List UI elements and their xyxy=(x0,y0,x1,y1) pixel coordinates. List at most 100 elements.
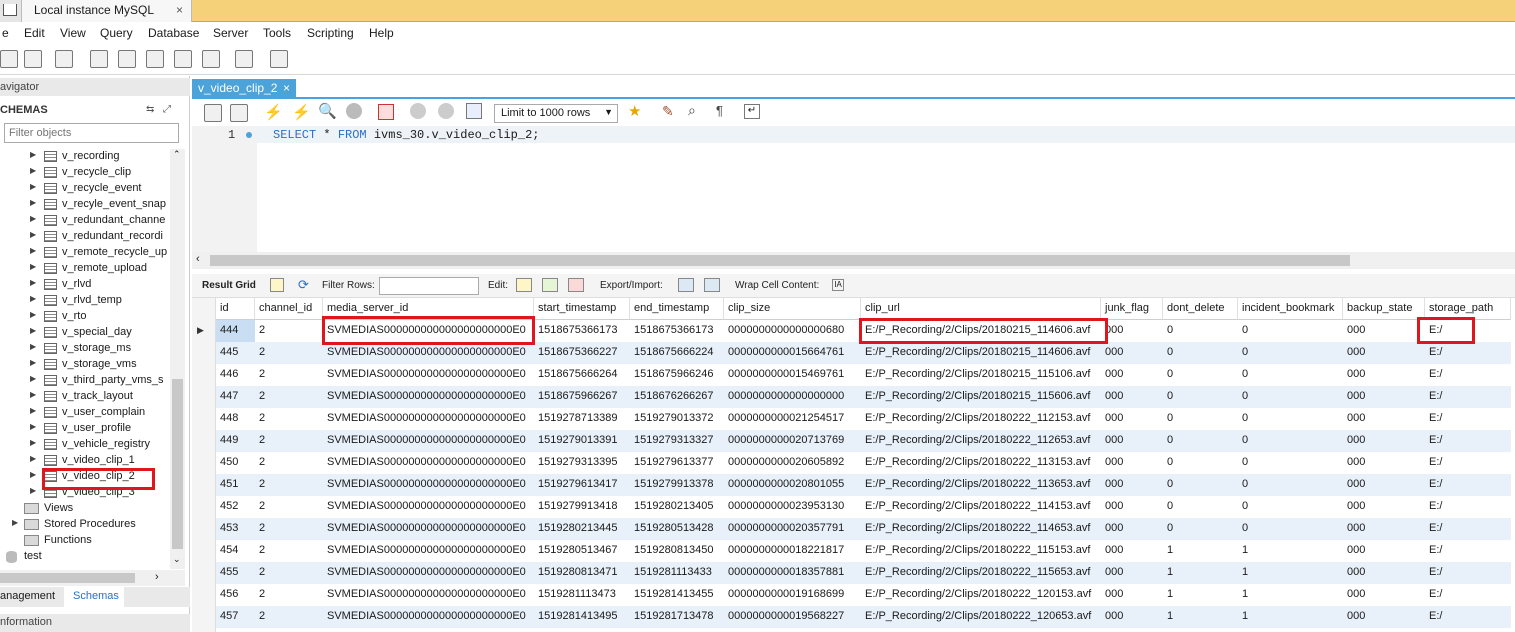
table-cell[interactable]: 1519279913418 xyxy=(534,496,630,518)
expand-arrow-icon[interactable]: ▶ xyxy=(30,358,36,367)
table-cell[interactable]: E:/ xyxy=(1425,342,1511,364)
tree-item-table[interactable]: ▶ v_special_day xyxy=(0,325,168,341)
home-tab[interactable] xyxy=(0,0,22,22)
table-cell[interactable]: 457 xyxy=(216,606,255,628)
expand-arrow-icon[interactable]: ▶ xyxy=(12,518,18,527)
table-cell[interactable]: SVMEDIAS000000000000000000000E0 xyxy=(323,342,534,364)
table-cell[interactable]: 2 xyxy=(255,452,323,474)
beautify-icon[interactable]: ✎ xyxy=(662,103,674,120)
table-cell[interactable]: 000 xyxy=(1343,408,1425,430)
table-cell[interactable]: 1 xyxy=(1238,562,1343,584)
tree-item-table[interactable]: ▶ v_rlvd_temp xyxy=(0,293,168,309)
tree-item-table[interactable]: ▶ v_recyle_event_snap xyxy=(0,197,168,213)
table-cell[interactable]: 1 xyxy=(1238,540,1343,562)
execute-current-icon[interactable]: ⚡ xyxy=(292,103,311,121)
scrollbar-thumb[interactable] xyxy=(0,573,135,583)
tree-item-table[interactable]: ▶ v_recycle_clip xyxy=(0,165,168,181)
table-cell[interactable]: E:/ xyxy=(1425,540,1511,562)
tree-item-table[interactable]: ▶ v_rto xyxy=(0,309,168,325)
table-cell[interactable]: E:/P_Recording/2/Clips/20180215_114606.a… xyxy=(861,342,1101,364)
expand-icon[interactable]: ⤢ xyxy=(163,104,171,115)
table-cell[interactable]: 1519281413495 xyxy=(534,606,630,628)
table-cell[interactable]: 1519280813450 xyxy=(630,540,724,562)
tree-item-table[interactable]: ▶ v_redundant_channe xyxy=(0,213,168,229)
table-cell[interactable]: 000 xyxy=(1343,386,1425,408)
table-cell[interactable]: 0 xyxy=(1163,408,1238,430)
table-cell[interactable]: 000 xyxy=(1101,430,1163,452)
table-cell[interactable]: 456 xyxy=(216,584,255,606)
create-function-icon[interactable] xyxy=(202,50,220,68)
table-cell[interactable]: 1518676266267 xyxy=(630,386,724,408)
expand-arrow-icon[interactable]: ▶ xyxy=(30,182,36,191)
table-cell[interactable]: 000 xyxy=(1101,474,1163,496)
table-cell[interactable]: E:/P_Recording/2/Clips/20180222_120653.a… xyxy=(861,606,1101,628)
new-sql-tab-icon[interactable] xyxy=(0,50,18,68)
table-cell[interactable]: 0000000000018357881 xyxy=(724,562,861,584)
table-cell[interactable]: 1519279913378 xyxy=(630,474,724,496)
tree-item-table[interactable]: ▶ v_track_layout xyxy=(0,389,168,405)
table-cell[interactable]: 2 xyxy=(255,320,323,342)
table-cell[interactable]: 449 xyxy=(216,430,255,452)
reconnect-icon[interactable] xyxy=(270,50,288,68)
refresh-results-icon[interactable]: ⟳ xyxy=(298,277,309,293)
table-cell[interactable]: 1519281113473 xyxy=(534,584,630,606)
table-cell[interactable]: 0000000000000000000 xyxy=(724,386,861,408)
table-cell[interactable]: 1518675666224 xyxy=(630,342,724,364)
table-cell[interactable]: 1519279313327 xyxy=(630,430,724,452)
table-cell[interactable]: 1519279613377 xyxy=(630,452,724,474)
menu-scripting[interactable]: Scripting xyxy=(307,26,354,40)
open-file-icon[interactable] xyxy=(204,104,222,122)
column-header-junk-flag[interactable]: junk_flag xyxy=(1101,298,1163,320)
navigator-vertical-scrollbar[interactable]: ⌃ ⌄ xyxy=(170,149,185,569)
create-table-icon[interactable] xyxy=(118,50,136,68)
table-cell[interactable]: 000 xyxy=(1101,386,1163,408)
table-cell[interactable]: 1519280213405 xyxy=(630,496,724,518)
table-cell[interactable]: 455 xyxy=(216,562,255,584)
table-cell[interactable]: E:/ xyxy=(1425,562,1511,584)
table-cell[interactable]: 2 xyxy=(255,408,323,430)
column-header-id[interactable]: id xyxy=(216,298,255,320)
table-cell[interactable]: 000 xyxy=(1343,320,1425,342)
import-icon[interactable] xyxy=(704,278,720,292)
expand-arrow-icon[interactable]: ▶ xyxy=(30,406,36,415)
table-cell[interactable]: E:/P_Recording/2/Clips/20180222_113153.a… xyxy=(861,452,1101,474)
expand-arrow-icon[interactable]: ▶ xyxy=(30,150,36,159)
table-cell[interactable]: 454 xyxy=(216,540,255,562)
export-icon[interactable] xyxy=(678,278,694,292)
table-cell[interactable]: 0 xyxy=(1163,386,1238,408)
column-header-end-timestamp[interactable]: end_timestamp xyxy=(630,298,724,320)
table-cell[interactable]: E:/P_Recording/2/Clips/20180222_112153.a… xyxy=(861,408,1101,430)
add-row-icon[interactable] xyxy=(542,278,558,292)
column-header-incident-bookmark[interactable]: incident_bookmark xyxy=(1238,298,1343,320)
tree-item-table[interactable]: ▶ v_third_party_vms_s xyxy=(0,373,168,389)
expand-arrow-icon[interactable]: ▶ xyxy=(30,422,36,431)
tree-item-table[interactable]: ▶ v_storage_ms xyxy=(0,341,168,357)
table-cell[interactable]: 0000000000020713769 xyxy=(724,430,861,452)
table-cell[interactable]: 000 xyxy=(1101,518,1163,540)
table-cell[interactable]: 1 xyxy=(1163,606,1238,628)
table-cell[interactable]: 000 xyxy=(1101,320,1163,342)
table-cell[interactable]: 1 xyxy=(1238,606,1343,628)
table-cell[interactable]: 0000000000018221817 xyxy=(724,540,861,562)
table-cell[interactable]: 1519280213445 xyxy=(534,518,630,540)
tree-item-table[interactable]: ▶ v_user_profile xyxy=(0,421,168,437)
table-cell[interactable]: SVMEDIAS000000000000000000000E0 xyxy=(323,496,534,518)
tree-item-table[interactable]: ▶ v_redundant_recordi xyxy=(0,229,168,245)
table-cell[interactable]: 0 xyxy=(1163,496,1238,518)
table-cell[interactable]: 0 xyxy=(1163,474,1238,496)
sql-editor[interactable] xyxy=(192,126,1515,252)
menu-edit[interactable]: Edit xyxy=(24,26,45,40)
tab-schemas[interactable]: Schemas xyxy=(73,590,119,602)
tree-item-schema-test[interactable]: test xyxy=(0,549,168,565)
table-cell[interactable]: 1 xyxy=(1163,540,1238,562)
editor-tab-v-video-clip-2[interactable]: v_video_clip_2 × xyxy=(192,79,296,98)
table-cell[interactable]: 2 xyxy=(255,342,323,364)
table-cell[interactable]: SVMEDIAS000000000000000000000E0 xyxy=(323,562,534,584)
table-cell[interactable]: 0000000000020801055 xyxy=(724,474,861,496)
table-cell[interactable]: 0 xyxy=(1163,364,1238,386)
table-cell[interactable]: 000 xyxy=(1101,562,1163,584)
expand-arrow-icon[interactable]: ▶ xyxy=(30,438,36,447)
table-cell[interactable]: E:/ xyxy=(1425,518,1511,540)
expand-arrow-icon[interactable]: ▶ xyxy=(30,310,36,319)
tab-management[interactable]: anagement xyxy=(0,590,55,602)
